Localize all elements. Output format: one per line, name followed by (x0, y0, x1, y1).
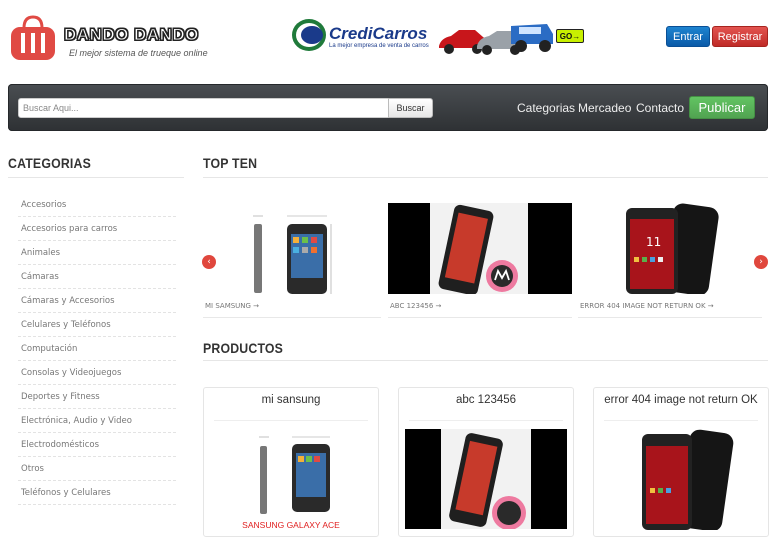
credicarros-tagline: La mejor empresa de venta de carros (329, 43, 429, 49)
sidebar-item-otros[interactable]: Otros (18, 457, 176, 481)
card-divider (604, 420, 758, 421)
product-card-2[interactable]: abc 123456 (398, 387, 574, 537)
product-title-3[interactable]: error 404 image not return OK (594, 394, 768, 406)
products-title: PRODUCTOS (203, 340, 284, 356)
top-ten-caption-2[interactable]: ABC 123456 → (388, 294, 572, 318)
sidebar-item-accesorios-carros[interactable]: Accesorios para carros (18, 217, 176, 241)
top-ten-image-error404[interactable]: 11 (578, 203, 762, 294)
sidebar-item-camaras[interactable]: Cámaras (18, 265, 176, 289)
search-input[interactable]: Buscar Aqui... (18, 98, 389, 118)
sidebar-item-camaras-accesorios[interactable]: Cámaras y Accesorios (18, 289, 176, 313)
sidebar-item-accesorios[interactable]: Accesorios (18, 193, 176, 217)
ad-go-button[interactable]: GO → (556, 29, 584, 43)
sidebar-item-celulares-telefonos[interactable]: Celulares y Teléfonos (18, 313, 176, 337)
sidebar-item-electrodomesticos[interactable]: Electrodomésticos (18, 433, 176, 457)
sidebar-item-deportes[interactable]: Deportes y Fitness (18, 385, 176, 409)
top-ten-image-moto[interactable] (388, 203, 572, 294)
sidebar-divider (8, 177, 184, 178)
brand-credi: Credi (329, 24, 373, 43)
product-title-1[interactable]: mi sansung (204, 394, 378, 406)
card-divider (409, 420, 563, 421)
nav-link-mercadeo[interactable]: Mercadeo (578, 101, 631, 115)
cars-banner-image[interactable] (437, 16, 557, 58)
login-button[interactable]: Entrar (666, 26, 710, 47)
logo-text: DANDO DANDO (64, 25, 199, 45)
sidebar-item-electronica[interactable]: Electrónica, Audio y Video (18, 409, 176, 433)
register-button[interactable]: Registrar (712, 26, 768, 47)
arrow-right-icon: → (572, 31, 581, 41)
top-ten-image-samsung[interactable] (203, 203, 381, 294)
sidebar-item-telefonos-celulares[interactable]: Teléfonos y Celulares (18, 481, 176, 505)
sidebar-title: CATEGORIAS (8, 155, 91, 171)
search-button[interactable]: Buscar (388, 98, 433, 118)
top-ten-caption-3[interactable]: ERROR 404 IMAGE NOT RETURN OK → (578, 294, 762, 318)
product-image-1[interactable] (214, 426, 368, 528)
sidebar-item-consolas[interactable]: Consolas y Videojuegos (18, 361, 176, 385)
dando-logo-icon[interactable] (8, 14, 58, 62)
top-ten-divider (203, 177, 768, 178)
nav-link-contacto[interactable]: Contacto (636, 101, 684, 115)
credicarros-brand[interactable]: CrediCarros (329, 24, 427, 44)
logo-tagline: El mejor sistema de trueque online (69, 48, 208, 58)
sidebar-item-animales[interactable]: Animales (18, 241, 176, 265)
go-label: GO (559, 31, 573, 41)
product-image-3[interactable] (604, 428, 758, 530)
svg-text:11: 11 (646, 235, 661, 249)
card-divider (214, 420, 368, 421)
top-ten-caption-1[interactable]: MI SAMSUNG → (203, 294, 381, 318)
chevron-right-icon[interactable]: › (754, 255, 768, 269)
credicarros-logo-icon[interactable] (291, 18, 327, 52)
brand-carros: Carros (372, 24, 428, 43)
product-image-2[interactable] (405, 429, 567, 529)
chevron-left-icon[interactable]: ‹ (202, 255, 216, 269)
top-ten-title: TOP TEN (203, 155, 258, 171)
nav-link-categorias[interactable]: Categorias (517, 101, 575, 115)
publish-button[interactable]: Publicar (689, 96, 755, 119)
products-divider (203, 360, 768, 361)
product-title-2[interactable]: abc 123456 (399, 394, 573, 406)
product-card-1[interactable]: mi sansung SANSUNG GALAXY ACE (203, 387, 379, 537)
sidebar-item-computacion[interactable]: Computación (18, 337, 176, 361)
product-card-3[interactable]: error 404 image not return OK (593, 387, 769, 537)
